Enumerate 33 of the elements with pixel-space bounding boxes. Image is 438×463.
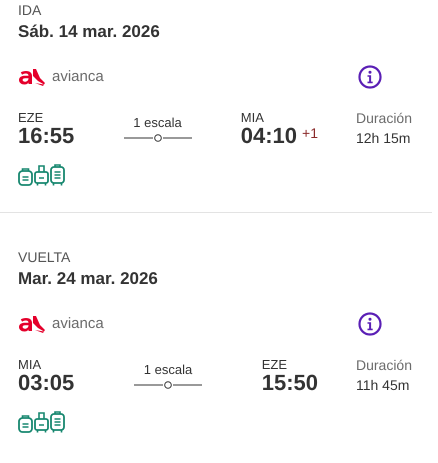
airline-name: avianca xyxy=(52,66,104,87)
departure-time: 03:05 xyxy=(18,371,74,395)
arrival-time: 04:10 xyxy=(240,124,298,148)
flight-date: Mar. 24 mar. 2026 xyxy=(18,268,159,290)
duration-label: Duración xyxy=(356,356,412,374)
backpack-icon xyxy=(18,414,33,433)
airline-logo-icon xyxy=(18,314,46,334)
day-offset: +1 xyxy=(302,124,318,142)
stop-line-icon xyxy=(124,134,192,142)
backpack-icon xyxy=(18,167,33,186)
carry-on-bag-icon xyxy=(34,164,49,186)
info-icon[interactable] xyxy=(358,312,382,336)
flight-date: Sáb. 14 mar. 2026 xyxy=(18,21,161,43)
duration-label: Duración xyxy=(356,109,412,127)
airport-code: EZE xyxy=(18,111,44,124)
leg-label: IDA xyxy=(18,2,42,18)
airline-name: avianca xyxy=(52,314,104,334)
stops-label: 1 escala xyxy=(133,116,182,130)
stops-label: 1 escala xyxy=(144,363,192,377)
airport-code: EZE xyxy=(262,358,288,371)
departure-time: 16:55 xyxy=(18,124,74,148)
airline-logo-icon xyxy=(18,67,46,87)
info-icon[interactable] xyxy=(358,65,382,89)
carry-on-bag-icon xyxy=(34,411,49,433)
arrival-time: 15:50 xyxy=(262,371,318,395)
suitcase-icon xyxy=(50,164,65,186)
duration-value: 11h 45m xyxy=(356,376,410,394)
airport-code: MIA xyxy=(18,358,42,371)
leg-label: VUELTA xyxy=(18,249,72,265)
suitcase-icon xyxy=(50,411,65,433)
airport-code: MIA xyxy=(240,111,265,124)
stop-line-icon xyxy=(134,381,202,389)
duration-value: 12h 15m xyxy=(356,129,412,147)
